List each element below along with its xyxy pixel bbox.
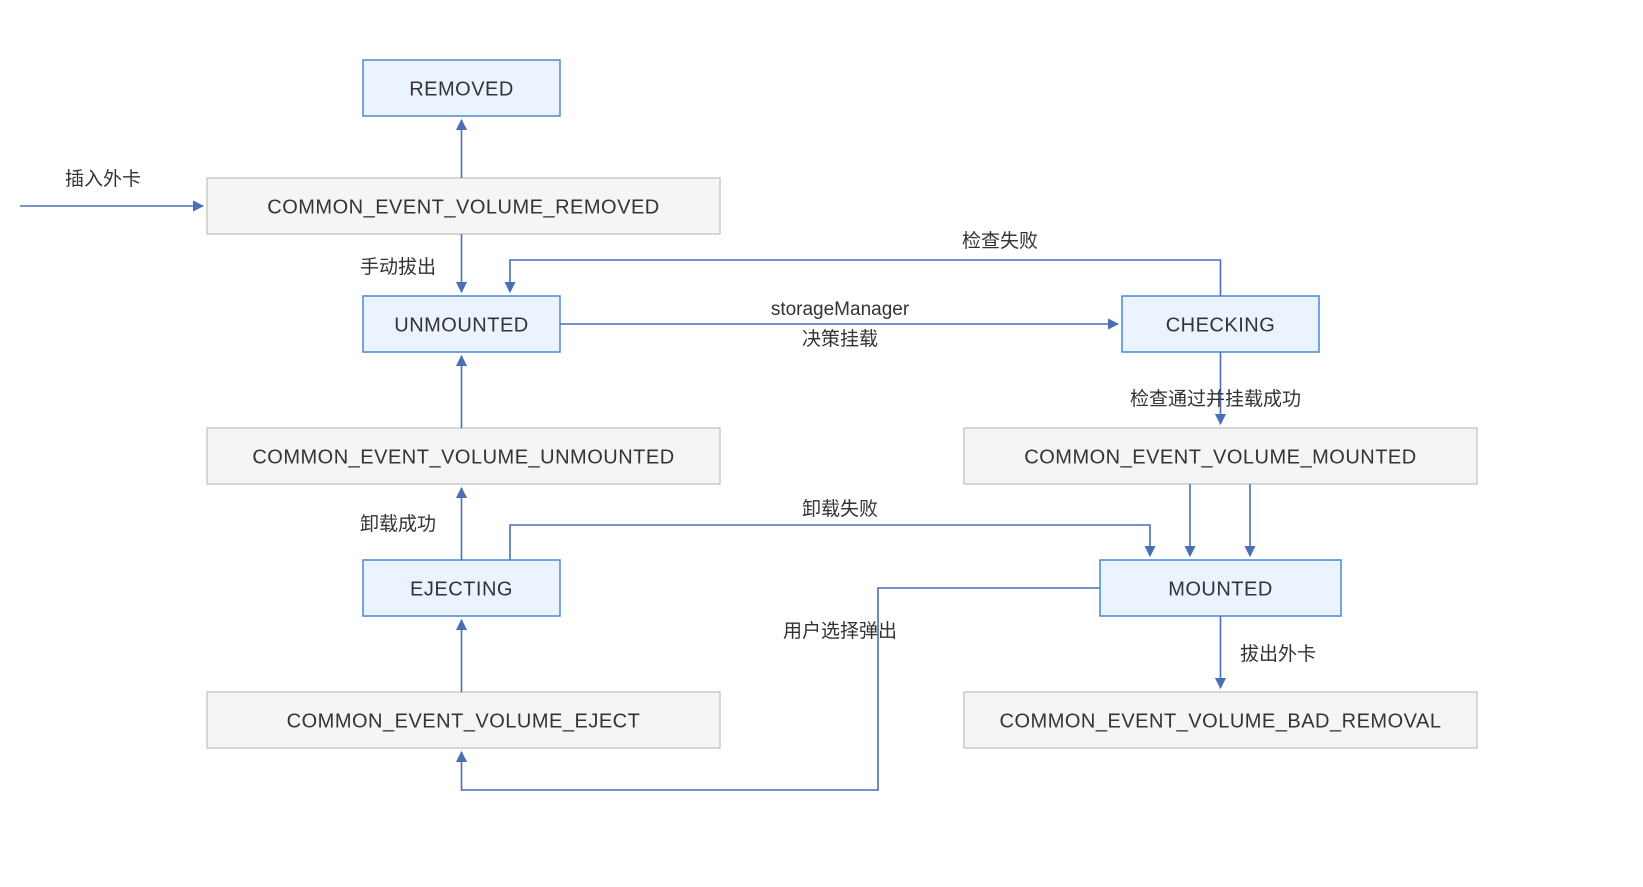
state-ejecting: EJECTING	[363, 560, 560, 616]
label-manual-pull: 手动拔出	[360, 256, 436, 278]
label-check-pass: 检查通过并挂载成功	[1130, 388, 1301, 410]
event-volume-unmounted: COMMON_EVENT_VOLUME_UNMOUNTED	[207, 428, 720, 484]
arrow-mounted-to-event-eject	[462, 588, 1101, 790]
arrow-checking-fail	[510, 260, 1221, 296]
event-volume-eject: COMMON_EVENT_VOLUME_EJECT	[207, 692, 720, 748]
label-insert-card: 插入外卡	[65, 168, 141, 190]
state-mounted: MOUNTED	[1100, 560, 1341, 616]
event-volume-eject-label: COMMON_EVENT_VOLUME_EJECT	[287, 710, 641, 732]
state-unmounted-label: UNMOUNTED	[394, 314, 529, 336]
event-volume-bad-removal: COMMON_EVENT_VOLUME_BAD_REMOVAL	[964, 692, 1477, 748]
state-checking-label: CHECKING	[1166, 314, 1276, 336]
event-volume-removed: COMMON_EVENT_VOLUME_REMOVED	[207, 178, 720, 234]
state-ejecting-label: EJECTING	[410, 578, 513, 600]
state-unmounted: UNMOUNTED	[363, 296, 560, 352]
event-volume-bad-removal-label: COMMON_EVENT_VOLUME_BAD_REMOVAL	[1000, 710, 1442, 732]
label-check-fail: 检查失败	[962, 230, 1038, 252]
event-volume-unmounted-label: COMMON_EVENT_VOLUME_UNMOUNTED	[252, 446, 674, 468]
state-removed: REMOVED	[363, 60, 560, 116]
event-volume-removed-label: COMMON_EVENT_VOLUME_REMOVED	[267, 196, 659, 218]
label-unload-fail: 卸载失败	[802, 498, 878, 520]
state-checking: CHECKING	[1122, 296, 1319, 352]
event-volume-mounted: COMMON_EVENT_VOLUME_MOUNTED	[964, 428, 1477, 484]
arrow-ejecting-fail-to-mounted	[510, 525, 1150, 560]
state-diagram: REMOVED UNMOUNTED CHECKING EJECTING MOUN…	[0, 0, 1643, 887]
label-decide-mount: 决策挂载	[802, 328, 878, 350]
state-removed-label: REMOVED	[409, 78, 514, 100]
state-mounted-label: MOUNTED	[1168, 578, 1273, 600]
label-storage-manager: storageManager	[771, 299, 910, 320]
label-pull-card: 拔出外卡	[1240, 643, 1316, 665]
label-unload-success: 卸载成功	[360, 513, 436, 535]
label-user-choose-eject: 用户选择弹出	[783, 620, 897, 642]
event-volume-mounted-label: COMMON_EVENT_VOLUME_MOUNTED	[1024, 446, 1416, 468]
